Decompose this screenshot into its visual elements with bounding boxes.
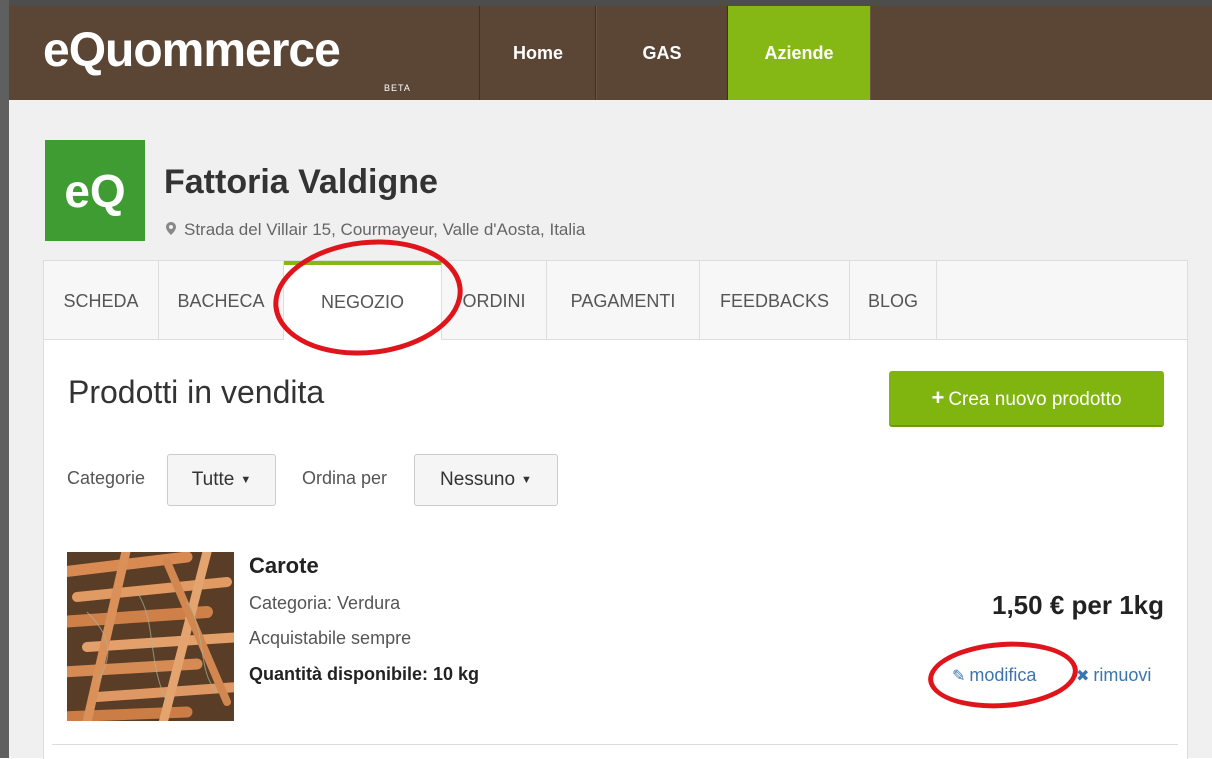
close-icon: ✖	[1076, 668, 1090, 685]
tab-blog[interactable]: BLOG	[850, 261, 937, 339]
tab-pagamenti[interactable]: PAGAMENTI	[547, 261, 700, 339]
plus-icon: +	[931, 385, 945, 410]
site-logo[interactable]: eQuommerce	[43, 26, 341, 76]
company-name: Fattoria Valdigne	[164, 163, 438, 201]
section-title: Prodotti in vendita	[68, 374, 325, 410]
tab-bacheca[interactable]: BACHECA	[159, 261, 284, 339]
product-availability: Acquistabile sempre	[249, 628, 412, 648]
categories-dropdown[interactable]: Tutte ▼	[167, 454, 276, 506]
categories-label: Categorie	[67, 468, 146, 488]
company-tabs: SCHEDA BACHECA NEGOZIO ORDINI PAGAMENTI …	[44, 261, 1187, 340]
sort-dropdown[interactable]: Nessuno ▼	[414, 454, 558, 506]
company-logo: eQ	[45, 140, 145, 241]
product-name[interactable]: Carote	[249, 553, 319, 579]
sort-label: Ordina per	[302, 468, 388, 488]
tab-scheda[interactable]: SCHEDA	[44, 261, 159, 339]
sort-selected: Nessuno	[440, 469, 516, 491]
product-price: 1,50 € per 1kg	[992, 590, 1164, 620]
create-product-button[interactable]: + Crea nuovo prodotto	[889, 371, 1164, 427]
nav-gas[interactable]: GAS	[595, 6, 729, 100]
caret-down-icon: ▼	[240, 474, 252, 486]
window-frame-left	[0, 0, 9, 758]
map-pin-icon	[166, 220, 178, 240]
beta-badge: BETA	[384, 83, 411, 93]
nav-home[interactable]: Home	[479, 6, 597, 100]
remove-label: rimuovi	[1093, 665, 1152, 685]
remove-product-link[interactable]: ✖ rimuovi	[1076, 665, 1151, 686]
company-address: Strada del Villair 15, Courmayeur, Valle…	[166, 220, 585, 240]
product-divider	[52, 744, 1178, 745]
address-text: Strada del Villair 15, Courmayeur, Valle…	[184, 220, 586, 239]
caret-down-icon: ▼	[521, 474, 532, 486]
tab-feedbacks[interactable]: FEEDBACKS	[700, 261, 850, 339]
nav-aziende[interactable]: Aziende	[727, 6, 871, 100]
categories-selected: Tutte	[191, 469, 235, 491]
create-product-label: Crea nuovo prodotto	[948, 389, 1122, 410]
top-navigation-bar: eQuommerce BETA Home GAS Aziende	[9, 6, 1212, 100]
product-quantity: Quantità disponibile: 10 kg	[249, 664, 480, 684]
product-image-carrots[interactable]	[67, 552, 234, 721]
product-category: Categoria: Verdura	[249, 593, 401, 613]
